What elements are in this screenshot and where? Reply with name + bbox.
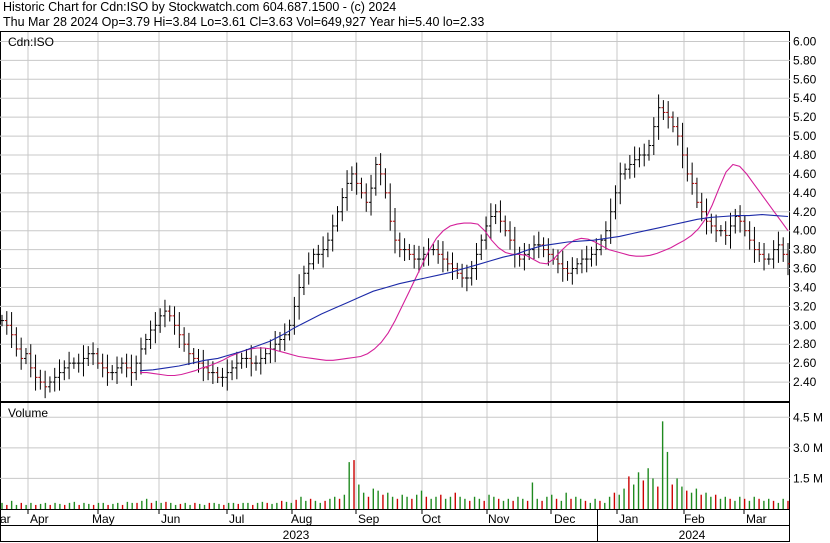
price-tick-label: 2.60: [793, 356, 817, 370]
price-tick-label: 3.60: [793, 262, 817, 276]
price-tick-label: 5.00: [793, 129, 817, 143]
price-tick-label: 2.40: [793, 375, 817, 389]
price-tick-label: 3.80: [793, 243, 817, 257]
price-tick-label: 4.20: [793, 205, 817, 219]
volume-tick-label: 3.0 M: [793, 441, 823, 455]
x-month-label: Oct: [422, 512, 441, 526]
x-month-label: Feb: [684, 512, 705, 526]
volume-panel-title: Volume: [8, 406, 48, 420]
x-year-label: 2023: [283, 528, 310, 542]
price-tick-label: 5.80: [793, 53, 817, 67]
volume-panel: [0, 402, 790, 510]
price-tick-label: 4.00: [793, 224, 817, 238]
x-month-label: Aug: [291, 512, 312, 526]
price-tick-label: 6.00: [793, 34, 817, 48]
price-tick-label: 4.80: [793, 148, 817, 162]
x-month-label: Apr: [30, 512, 49, 526]
x-month-label: Nov: [488, 512, 509, 526]
price-tick-label: 5.60: [793, 72, 817, 86]
price-tick-label: 3.40: [793, 280, 817, 294]
volume-tick-label: 4.5 M: [793, 410, 823, 424]
price-tick-label: 4.40: [793, 186, 817, 200]
price-tick-label: 3.00: [793, 318, 817, 332]
price-tick-label: 5.40: [793, 91, 817, 105]
x-month-label: Dec: [554, 512, 575, 526]
price-tick-label: 3.20: [793, 299, 817, 313]
x-month-label: ar: [0, 512, 11, 526]
x-month-label: Jul: [229, 512, 244, 526]
x-month-label: Mar: [746, 512, 767, 526]
price-panel-title: Cdn:ISO: [8, 35, 54, 49]
price-tick-label: 2.80: [793, 337, 817, 351]
volume-y-axis: 1.5 M 3.0 M 4.5 M: [793, 410, 823, 485]
price-tick-label: 5.20: [793, 110, 817, 124]
x-month-label: Jun: [161, 512, 180, 526]
x-month-label: May: [92, 512, 115, 526]
stock-chart: 2.40 2.60 2.80 3.00 3.20 3.40 3.60 3.80 4.00 4.20…: [0, 31, 823, 542]
volume-tick-label: 1.5 M: [793, 471, 823, 485]
x-month-label: Jan: [619, 512, 638, 526]
x-year-label: 2024: [679, 528, 706, 542]
price-tick-label: 4.60: [793, 167, 817, 181]
x-month-label: Sep: [358, 512, 380, 526]
price-y-axis: 2.40 2.60 2.80 3.00 3.20 3.40 3.60 3.80 4.00 4.20…: [793, 34, 817, 389]
